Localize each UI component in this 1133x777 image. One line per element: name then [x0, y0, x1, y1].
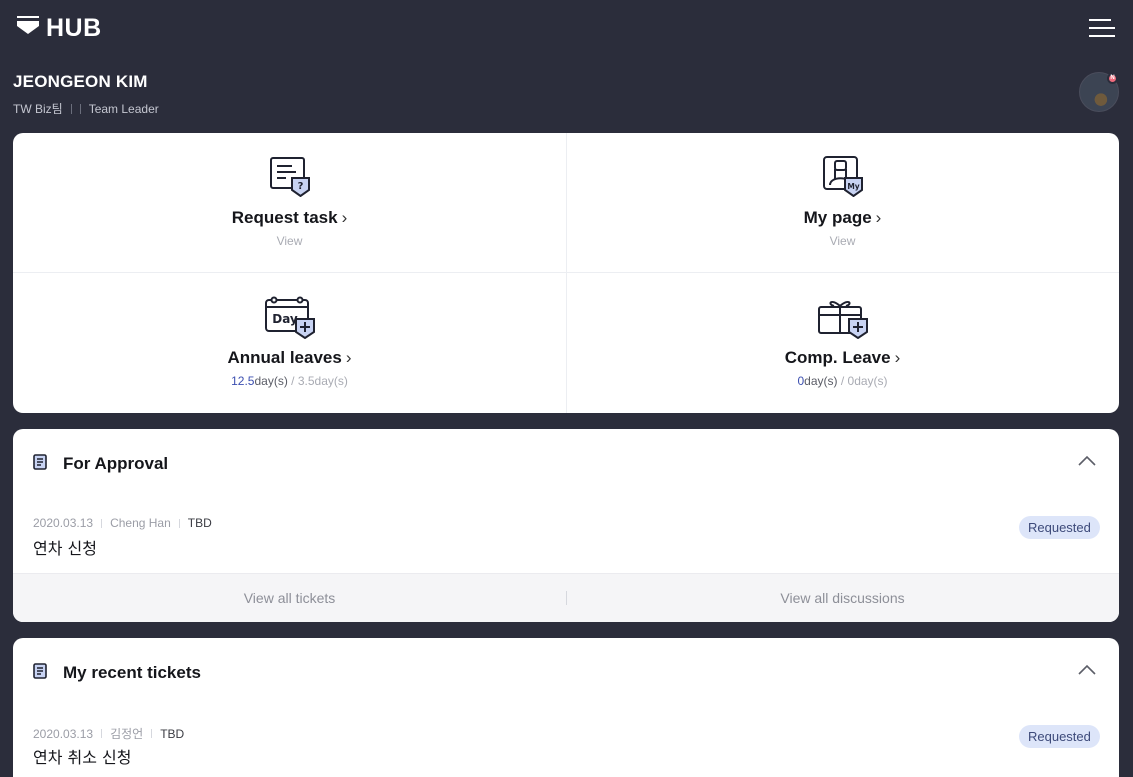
hamburger-menu-icon[interactable]	[1089, 18, 1115, 38]
quick-link-sub: View	[829, 234, 856, 248]
recent-tickets-panel: My recent tickets 2020.03.13 김정언 TBD 연차 …	[13, 638, 1119, 777]
chevron-right-icon: ›	[894, 348, 901, 367]
quick-link-title: Annual leaves ›	[227, 348, 352, 367]
view-all-discussions-link[interactable]: View all discussions	[566, 574, 1119, 622]
ticket-row[interactable]: 2020.03.13 Cheng Han TBD 연차 신청 Requested	[13, 497, 1119, 573]
leave-balance: 0day(s) / 0day(s)	[797, 374, 888, 388]
divider	[178, 518, 180, 528]
annual-leaves-link[interactable]: Day Annual leaves › 12.5day(s) / 3.5day(s…	[13, 273, 566, 413]
hub-logo-icon	[16, 16, 40, 41]
panel-title: My recent tickets	[63, 663, 201, 682]
divider	[151, 729, 153, 738]
leave-balance: 12.5day(s) / 3.5day(s)	[231, 374, 348, 388]
ticket-meta: 2020.03.13 김정언 TBD	[33, 725, 184, 742]
ticket-title: 연차 신청	[33, 539, 97, 558]
quick-link-title: Comp. Leave ›	[784, 348, 901, 367]
quick-links-card: ? Request task› View My My page› View	[13, 133, 1119, 413]
logo-text: HUB	[46, 14, 102, 42]
chevron-right-icon: ›	[341, 208, 348, 227]
user-team: TW Biz팀	[13, 102, 63, 116]
request-task-icon: ?	[268, 155, 312, 202]
top-bar: HUB	[0, 0, 1133, 56]
comp-leave-gift-icon	[817, 295, 869, 344]
quick-link-title: My page ›	[803, 208, 882, 227]
avatar[interactable]: N	[1079, 72, 1119, 112]
ticket-assignee: TBD	[160, 726, 185, 741]
panel-footer: View all tickets View all discussions	[13, 573, 1119, 622]
user-info: TW Biz팀 Team Leader	[13, 100, 159, 117]
approval-panel: For Approval 2020.03.13 Cheng Han TBD 연차…	[13, 429, 1119, 622]
divider	[79, 103, 81, 114]
panel-header: For Approval	[13, 429, 1119, 497]
status-badge: Requested	[1019, 725, 1100, 748]
panel-title: For Approval	[63, 454, 169, 473]
user-name: JEONGEON KIM	[13, 72, 148, 91]
request-task-link[interactable]: ? Request task › View	[13, 133, 566, 273]
divider	[101, 518, 103, 528]
view-all-tickets-link[interactable]: View all tickets	[13, 574, 566, 622]
chevron-up-icon[interactable]	[1077, 454, 1097, 468]
ticket-person: Cheng Han	[110, 516, 171, 530]
comp-leave-link[interactable]: Comp. Leave › 0day(s) / 0day(s)	[566, 273, 1119, 413]
ticket-title: 연차 취소 신청	[33, 748, 132, 767]
ticket-meta: 2020.03.13 Cheng Han TBD	[33, 516, 212, 530]
quick-link-sub: View	[276, 234, 303, 248]
hub-logo[interactable]: HUB	[16, 14, 102, 43]
annual-leave-icon: Day	[264, 295, 316, 344]
ticket-date: 2020.03.13	[33, 726, 94, 741]
ticket-person: 김정언	[110, 727, 144, 741]
document-icon	[33, 454, 49, 477]
svg-text:My: My	[847, 182, 859, 191]
divider	[101, 729, 103, 738]
chevron-up-icon[interactable]	[1077, 663, 1097, 677]
document-icon	[33, 663, 49, 686]
quick-link-title: Request task ›	[231, 208, 348, 227]
ticket-date: 2020.03.13	[33, 516, 94, 530]
ticket-row[interactable]: 2020.03.13 김정언 TBD 연차 취소 신청 Requested	[13, 706, 1119, 777]
notification-badge: N	[1107, 73, 1118, 84]
status-badge: Requested	[1019, 516, 1100, 539]
divider	[70, 103, 72, 114]
user-role: Team Leader	[88, 101, 159, 116]
chevron-right-icon: ›	[875, 208, 882, 227]
panel-header: My recent tickets	[13, 638, 1119, 706]
svg-text:Day: Day	[272, 312, 298, 326]
user-profile: JEONGEON KIM TW Biz팀 Team Leader	[13, 72, 159, 117]
chevron-right-icon: ›	[345, 348, 352, 367]
ticket-assignee: TBD	[187, 516, 212, 530]
my-page-icon: My	[821, 155, 865, 202]
my-page-link[interactable]: My My page › View	[566, 133, 1119, 273]
svg-text:?: ?	[297, 181, 303, 192]
